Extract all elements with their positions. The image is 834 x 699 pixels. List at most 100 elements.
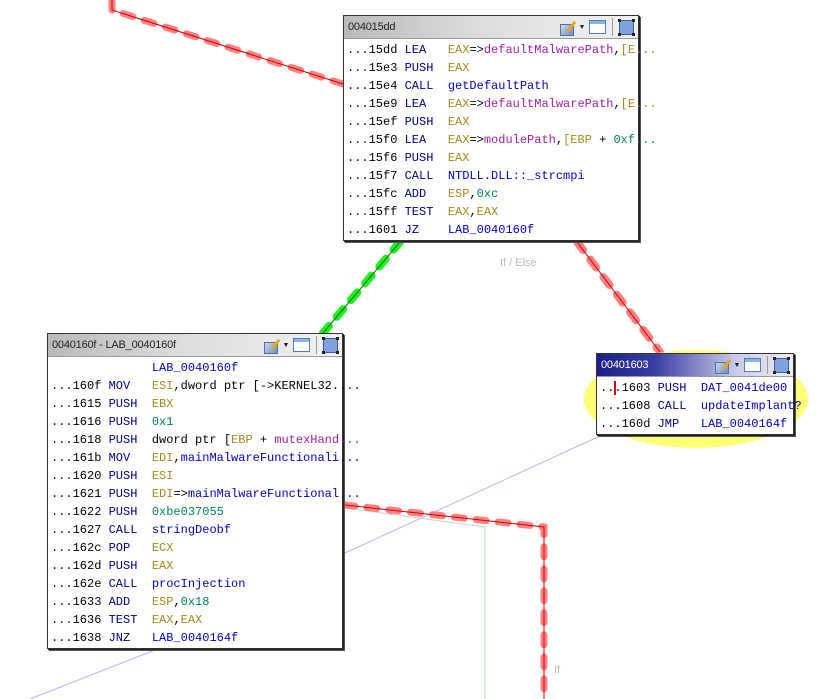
instruction-row[interactable]: ...15e3 PUSH EAX [344,59,638,77]
window-icon[interactable] [589,20,606,34]
instruction-row[interactable]: ...1603 PUSH DAT_0041de00 [597,379,793,397]
instruction-row[interactable]: ...15ff TEST EAX,EAX [344,203,638,221]
label-ref[interactable]: updateImplant? [701,399,802,413]
instruction-row[interactable]: ...160f MOV ESI,dword ptr [->KERNEL32...… [48,377,361,395]
instruction-row[interactable]: ...162e CALL procInjection [48,575,342,593]
label-ref[interactable]: NTDLL.DLL::_strcmpi [448,169,585,183]
address: ...15fc [347,187,405,201]
register: ESP [151,595,174,609]
label-ref[interactable]: procInjection [152,577,246,591]
instruction-row[interactable]: ...1621 PUSH EDI=>mainMalwareFunctional.… [48,485,361,503]
instruction-row[interactable]: ...1618 PUSH dword ptr [EBP + mutexHand.… [48,431,361,449]
label-ref[interactable]: stringDeobf [152,523,231,537]
code-block-0040160f[interactable]: 0040160f - LAB_0040160f ▼ LAB_0040160f..… [47,333,361,649]
mnemonic: CALL [108,577,145,591]
operand-text [145,577,152,591]
instruction-row[interactable]: ...1601 JZ LAB_0040160f [344,221,638,239]
toolbar-separator [612,18,613,36]
operand-text [145,487,152,501]
register: EAX [151,559,174,573]
register: EAX [447,133,470,147]
dropdown-caret-icon[interactable]: ▼ [282,342,290,349]
instruction-row[interactable]: ...1615 PUSH EBX [48,395,342,413]
block-titlebar[interactable]: 004015dd ▼ [344,16,638,39]
dropdown-caret-icon[interactable]: ▼ [733,362,741,369]
block-titlebar[interactable]: 00401603 ▼ [597,354,793,377]
instruction-row[interactable]: ...15f0 LEA EAX=>modulePath,[EBP + 0xf..… [344,131,657,149]
maximize-icon[interactable] [773,356,790,374]
symbol-ref[interactable]: defaultMalwarePath [484,97,614,111]
symbol-ref[interactable]: modulePath [484,133,556,147]
mnemonic: POP [108,541,145,555]
label-ref[interactable]: LAB_0040164f [152,631,238,645]
instruction-row[interactable]: ...15f6 PUSH EAX [344,149,638,167]
instruction-row[interactable]: ...1638 JNZ LAB_0040164f [48,629,342,647]
false-edge-jnz [341,501,548,699]
instruction-row[interactable]: ...1620 PUSH ESI [48,467,342,485]
instruction-row[interactable]: ...15fc ADD ESP,0xc [344,185,638,203]
mnemonic: PUSH [657,381,694,395]
operand-text: ,dword ptr [->KERNEL32.... [173,379,361,393]
instruction-row[interactable]: ...15f7 CALL NTDLL.DLL::_strcmpi [344,167,638,185]
operand-text [145,505,152,519]
code-block-00401603[interactable]: 00401603 ▼ ...1603 PUSH DAT_0041de00 ...1… [596,353,802,435]
operand-text [145,469,152,483]
instruction-row[interactable]: ...160d JMP LAB_0040164f [597,415,793,433]
instruction-row[interactable]: ...1627 CALL stringDeobf [48,521,342,539]
label-ref[interactable]: getDefaultPath [448,79,549,93]
instruction-row[interactable]: ...1636 TEST EAX,EAX [48,611,342,629]
maximize-icon[interactable] [322,336,339,354]
mnemonic: PUSH [404,151,441,165]
edit-brush-icon[interactable] [263,337,281,354]
register: EDI [151,487,174,501]
instruction-row[interactable]: ...1616 PUSH 0x1 [48,413,342,431]
instruction-row[interactable]: LAB_0040160f [48,359,342,377]
block-titlebar[interactable]: 0040160f - LAB_0040160f ▼ [48,334,342,357]
mnemonic: LEA [404,97,441,111]
label-ref[interactable]: LAB_0040160f [152,361,238,375]
address: ...1627 [51,523,109,537]
address: ...160d [600,417,658,431]
operand-text [694,417,701,431]
address: ...160f [51,379,109,393]
label-ref[interactable]: mainMalwareFunctional... [188,487,361,501]
operand-text [145,523,152,537]
operand-text [694,381,701,395]
operand-text: , [469,187,477,201]
mnemonic: PUSH [108,559,145,573]
instruction-row[interactable]: ...1622 PUSH 0xbe037055 [48,503,342,521]
edit-brush-icon[interactable] [714,357,732,374]
symbol-ref[interactable]: defaultMalwarePath [484,43,614,57]
label-ref[interactable]: LAB_0040160f [448,223,534,237]
dropdown-caret-icon[interactable]: ▼ [578,24,586,31]
register: EAX [151,613,174,627]
label-ref[interactable]: DAT_0041de00 [701,381,787,395]
instruction-row[interactable]: ...15e4 CALL getDefaultPath [344,77,638,95]
instruction-row[interactable]: ...15ef PUSH EAX [344,113,638,131]
operand-text [441,169,448,183]
operand-text [441,79,448,93]
edit-brush-icon[interactable] [559,19,577,36]
immediate: 0x1 [151,415,174,429]
instruction-row[interactable]: ...15dd LEA EAX=>defaultMalwarePath,[E..… [344,41,657,59]
code-block-004015dd[interactable]: 004015dd ▼ ...15dd LEA EAX=>defaultMalwa… [343,15,657,241]
mnemonic: TEST [404,205,441,219]
address: ...15ff [347,205,405,219]
instruction-row[interactable]: ...162c POP ECX [48,539,342,557]
mnemonic: ADD [108,595,145,609]
symbol-ref[interactable]: mutexHand... [274,433,360,447]
mnemonic: PUSH [108,505,145,519]
instruction-row[interactable]: ...162d PUSH EAX [48,557,342,575]
window-icon[interactable] [744,358,761,372]
instruction-row[interactable]: ...15e9 LEA EAX=>defaultMalwarePath,[E..… [344,95,657,113]
window-icon[interactable] [293,338,310,352]
instruction-row[interactable]: ...1633 ADD ESP,0x18 [48,593,342,611]
instruction-row[interactable]: ...1608 CALL updateImplant? [597,397,802,415]
label-ref[interactable]: LAB_0040164f [701,417,787,431]
maximize-icon[interactable] [618,18,635,36]
mnemonic: CALL [657,399,694,413]
operand-text [441,151,448,165]
label-ref[interactable]: mainMalwareFunctionali... [181,451,361,465]
operand-text [694,399,701,413]
instruction-row[interactable]: ...161b MOV EDI,mainMalwareFunctionali..… [48,449,361,467]
